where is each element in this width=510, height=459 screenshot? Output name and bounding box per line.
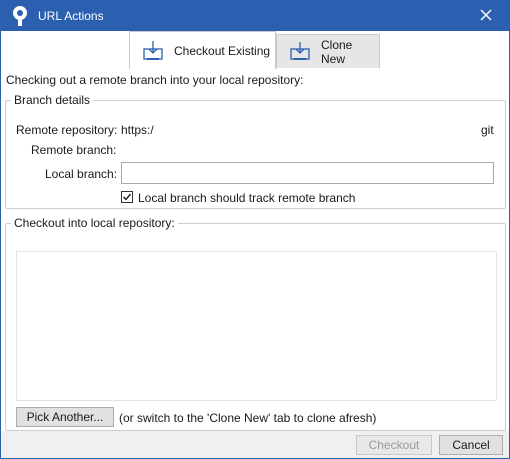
track-remote-checkbox[interactable] (121, 191, 133, 203)
tab-content: Checking out a remote branch into your l… (1, 69, 509, 458)
remote-repository-value-suffix: git (481, 123, 494, 137)
remote-branch-label: Remote branch: (31, 143, 117, 157)
close-icon (480, 9, 492, 24)
title-bar: URL Actions (1, 1, 509, 31)
remote-repository-label: Remote repository: (16, 123, 118, 137)
cancel-button[interactable]: Cancel (439, 435, 503, 455)
tab-checkout-existing[interactable]: Checkout Existing (129, 31, 276, 70)
branch-details-legend: Branch details (14, 93, 91, 107)
checkout-into-group: Checkout into local repository: Pick Ano… (5, 216, 506, 431)
dialog-footer: Checkout Cancel (1, 431, 509, 458)
window-title: URL Actions (38, 9, 104, 23)
url-actions-window: URL Actions Checkout Existing Clone New … (0, 0, 510, 459)
checkout-icon (142, 40, 164, 62)
pick-another-button[interactable]: Pick Another... (16, 407, 114, 427)
clone-new-hint: (or switch to the 'Clone New' tab to clo… (119, 411, 377, 425)
checkout-into-legend: Checkout into local repository: (14, 216, 175, 230)
local-branch-input[interactable] (121, 162, 494, 184)
close-button[interactable] (463, 1, 509, 31)
tab-clone-new[interactable]: Clone New (276, 34, 380, 68)
track-remote-label[interactable]: Local branch should track remote branch (138, 191, 355, 205)
remote-repository-value: https:/ (121, 123, 154, 137)
local-branch-label: Local branch: (45, 167, 118, 181)
sourcetree-icon (9, 5, 31, 27)
tab-clone-new-label: Clone New (321, 37, 353, 66)
description-text: Checking out a remote branch into your l… (6, 73, 304, 87)
clone-icon (289, 41, 311, 63)
checkmark-icon (123, 193, 132, 201)
repository-list[interactable] (16, 251, 497, 401)
checkout-button[interactable]: Checkout (356, 435, 432, 455)
tab-strip: Checkout Existing Clone New (1, 31, 509, 70)
branch-details-group: Branch details Remote repository: https:… (5, 93, 506, 209)
tab-checkout-existing-label: Checkout Existing (174, 44, 271, 58)
